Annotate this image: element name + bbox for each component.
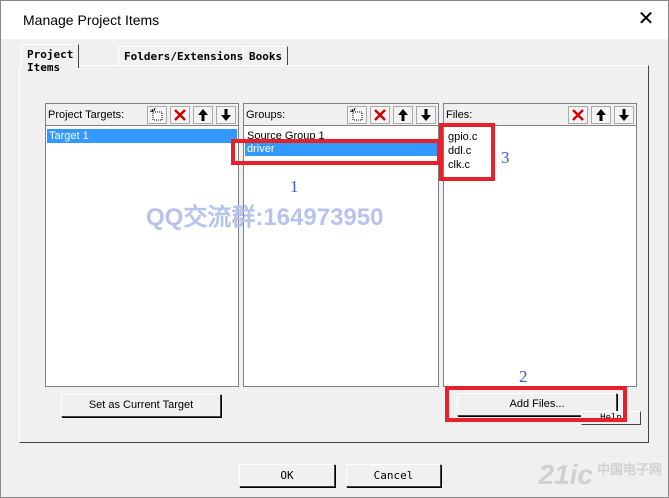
groups-header: Groups: xyxy=(244,104,438,126)
move-group-down-button[interactable] xyxy=(416,106,436,124)
project-targets-label: Project Targets: xyxy=(48,109,125,121)
move-file-up-button[interactable] xyxy=(591,106,611,124)
project-targets-toolbar xyxy=(144,106,236,124)
help-button[interactable]: Help xyxy=(581,411,641,425)
file-item-gpio-c[interactable]: gpio.c xyxy=(446,130,479,144)
tab-books[interactable]: Books xyxy=(243,46,289,66)
set-as-current-target-button[interactable]: Set as Current Target xyxy=(61,394,221,417)
move-down-arrow-icon xyxy=(221,109,231,121)
ok-button[interactable]: OK xyxy=(239,464,335,487)
move-up-arrow-icon xyxy=(398,109,408,121)
project-targets-header: Project Targets: xyxy=(46,104,238,126)
move-up-arrow-icon xyxy=(596,109,606,121)
files-pane: Files: gpio.c ddl.c clk.c xyxy=(443,103,637,387)
title-bar: Manage Project Items ✕ xyxy=(1,1,668,39)
delete-x-icon xyxy=(572,109,584,121)
target-item-target-1[interactable]: Target 1 xyxy=(47,129,237,143)
watermark-text: QQ交流群:164973950 xyxy=(146,204,384,231)
annotation-number-3: 3 xyxy=(501,148,510,167)
move-group-up-button[interactable] xyxy=(393,106,413,124)
site-logo: 21ic 中国电子网 xyxy=(538,459,662,491)
files-list[interactable]: gpio.c ddl.c clk.c xyxy=(444,127,636,386)
delete-x-icon xyxy=(174,109,186,121)
manage-project-items-dialog: Manage Project Items ✕ Project Items Fol… xyxy=(0,0,669,498)
file-item-clk-c[interactable]: clk.c xyxy=(446,158,472,172)
annotation-number-1: 1 xyxy=(290,177,299,196)
tab-project-items[interactable]: Project Items xyxy=(21,44,80,74)
move-down-arrow-icon xyxy=(421,109,431,121)
groups-pane: Groups: Source Group 1 driver xyxy=(243,103,439,387)
site-logo-subtext: 中国电子网 xyxy=(596,462,662,477)
window-title: Manage Project Items xyxy=(23,12,160,28)
file-item-ddl-c[interactable]: ddl.c xyxy=(446,144,473,158)
move-file-down-button[interactable] xyxy=(614,106,634,124)
move-target-down-button[interactable] xyxy=(216,106,236,124)
groups-list[interactable]: Source Group 1 driver xyxy=(244,127,438,386)
groups-label: Groups: xyxy=(246,109,286,121)
close-icon[interactable]: ✕ xyxy=(636,8,656,30)
group-item-driver[interactable]: driver xyxy=(245,142,437,156)
group-item-source-group-1[interactable]: Source Group 1 xyxy=(245,129,327,140)
delete-x-icon xyxy=(374,109,386,121)
annotation-number-2: 2 xyxy=(519,367,528,386)
new-group-button[interactable] xyxy=(347,106,367,124)
site-logo-text: 21ic xyxy=(538,459,593,490)
files-header: Files: xyxy=(444,104,636,126)
move-down-arrow-icon xyxy=(619,109,629,121)
tab-folders-extensions[interactable]: Folders/Extensions xyxy=(118,46,250,66)
new-item-icon xyxy=(350,108,363,121)
project-targets-pane: Project Targets: Target 1 xyxy=(45,103,239,387)
new-target-button[interactable] xyxy=(147,106,167,124)
files-toolbar xyxy=(565,106,634,124)
delete-file-button[interactable] xyxy=(568,106,588,124)
files-label: Files: xyxy=(446,109,473,121)
groups-toolbar xyxy=(344,106,436,124)
delete-target-button[interactable] xyxy=(170,106,190,124)
project-targets-list[interactable]: Target 1 xyxy=(46,127,238,386)
new-item-icon xyxy=(150,108,163,121)
delete-group-button[interactable] xyxy=(370,106,390,124)
move-up-arrow-icon xyxy=(198,109,208,121)
cancel-button[interactable]: Cancel xyxy=(346,464,441,487)
move-target-up-button[interactable] xyxy=(193,106,213,124)
